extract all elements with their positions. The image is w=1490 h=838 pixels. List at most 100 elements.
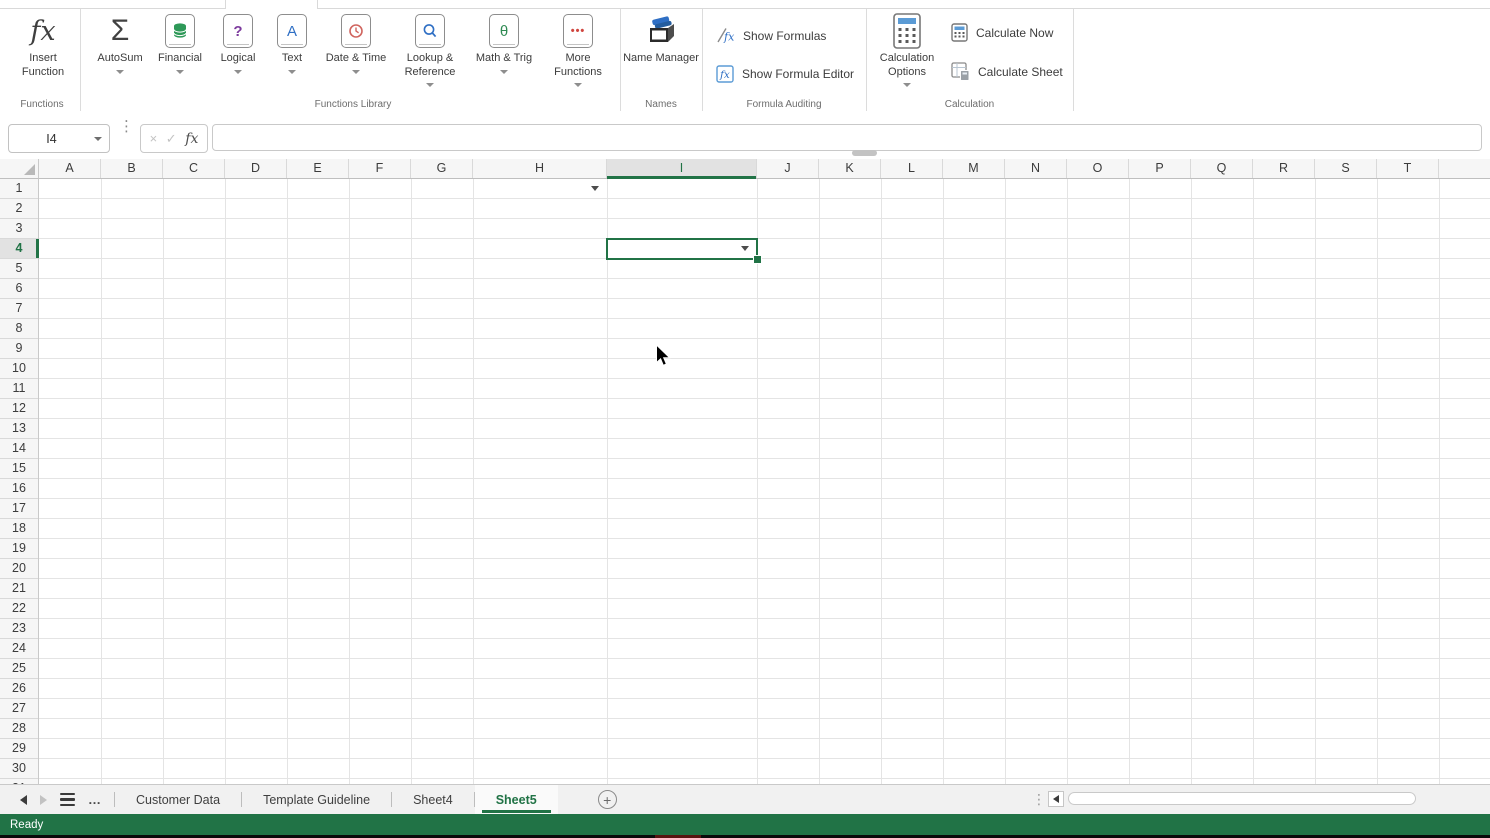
row-header-11[interactable]: 11 xyxy=(0,379,38,399)
selected-cell[interactable] xyxy=(606,238,758,260)
column-header-Q[interactable]: Q xyxy=(1191,159,1253,178)
name-manager-button[interactable]: Name Manager xyxy=(623,10,699,66)
row-header-20[interactable]: 20 xyxy=(0,559,38,579)
row-header-7[interactable]: 7 xyxy=(0,299,38,319)
column-header-K[interactable]: K xyxy=(819,159,881,178)
sheet-tab-customer-data[interactable]: Customer Data xyxy=(115,785,241,814)
row-header-4[interactable]: 4 xyxy=(0,239,38,259)
row-header-17[interactable]: 17 xyxy=(0,499,38,519)
row-header-9[interactable]: 9 xyxy=(0,339,38,359)
row-header-22[interactable]: 22 xyxy=(0,599,38,619)
calculate-now-button[interactable]: Calculate Now xyxy=(951,23,1053,42)
more-sheets-icon[interactable]: … xyxy=(88,795,102,805)
row-header-24[interactable]: 24 xyxy=(0,639,38,659)
column-header-T[interactable]: T xyxy=(1377,159,1439,178)
fill-handle[interactable] xyxy=(753,255,762,264)
mini-scroll-indicator[interactable] xyxy=(852,150,877,156)
chevron-down-icon xyxy=(500,70,508,74)
autosum-button[interactable]: Σ AutoSum xyxy=(90,10,150,74)
sheet-tab-sheet5[interactable]: Sheet5 xyxy=(475,785,558,814)
sheet-tab-sheet4[interactable]: Sheet4 xyxy=(392,785,474,814)
row-header-27[interactable]: 27 xyxy=(0,699,38,719)
cells-area[interactable] xyxy=(39,179,1490,784)
column-header-E[interactable]: E xyxy=(287,159,349,178)
prev-sheet-icon[interactable] xyxy=(20,795,27,805)
calculate-now-label: Calculate Now xyxy=(976,26,1053,40)
row-header-23[interactable]: 23 xyxy=(0,619,38,639)
formula-bar-divider-icon[interactable]: ⋮ xyxy=(119,122,134,132)
lookup-reference-button[interactable]: Lookup & Reference xyxy=(389,10,471,87)
row-header-28[interactable]: 28 xyxy=(0,719,38,739)
horizontal-scrollbar-thumb[interactable] xyxy=(1068,792,1416,805)
accept-icon[interactable]: ✓ xyxy=(166,131,177,147)
logical-button[interactable]: ? Logical xyxy=(211,10,265,74)
scrollbar-grip-icon[interactable]: ⋮ xyxy=(1032,795,1046,804)
column-header-H[interactable]: H xyxy=(473,159,607,178)
cell-dropdown-icon-I4[interactable] xyxy=(741,246,749,251)
show-formulas-button[interactable]: fx Show Formulas xyxy=(716,27,826,44)
sheet-tab-template-guideline[interactable]: Template Guideline xyxy=(242,785,391,814)
row-header-5[interactable]: 5 xyxy=(0,259,38,279)
row-header-14[interactable]: 14 xyxy=(0,439,38,459)
select-all-corner[interactable] xyxy=(0,159,39,179)
column-header-F[interactable]: F xyxy=(349,159,411,178)
row-header-12[interactable]: 12 xyxy=(0,399,38,419)
column-header-A[interactable]: A xyxy=(39,159,101,178)
group-label-functions-library: Functions Library xyxy=(86,99,620,110)
financial-button[interactable]: Financial xyxy=(150,10,210,74)
column-header-S[interactable]: S xyxy=(1315,159,1377,178)
row-header-3[interactable]: 3 xyxy=(0,219,38,239)
text-button[interactable]: A Text xyxy=(268,10,316,74)
scroll-left-button[interactable] xyxy=(1048,791,1064,807)
column-header-G[interactable]: G xyxy=(411,159,473,178)
cell-dropdown-icon-H1[interactable] xyxy=(591,186,599,191)
logical-book-icon: ? xyxy=(223,14,253,48)
row-header-29[interactable]: 29 xyxy=(0,739,38,759)
date-time-button[interactable]: Date & Time xyxy=(325,10,387,74)
column-header-D[interactable]: D xyxy=(225,159,287,178)
column-header-B[interactable]: B xyxy=(101,159,163,178)
sheet-list-menu-icon[interactable] xyxy=(60,793,75,806)
row-header-2[interactable]: 2 xyxy=(0,199,38,219)
row-header-13[interactable]: 13 xyxy=(0,419,38,439)
column-header-N[interactable]: N xyxy=(1005,159,1067,178)
row-header-26[interactable]: 26 xyxy=(0,679,38,699)
row-header-1[interactable]: 1 xyxy=(0,179,38,199)
row-header-30[interactable]: 30 xyxy=(0,759,38,779)
more-functions-book-icon: ••• xyxy=(563,14,593,48)
column-header-P[interactable]: P xyxy=(1129,159,1191,178)
column-header-J[interactable]: J xyxy=(757,159,819,178)
insert-function-button[interactable]: fx Insert Function xyxy=(7,10,79,79)
row-header-16[interactable]: 16 xyxy=(0,479,38,499)
column-header-M[interactable]: M xyxy=(943,159,1005,178)
calculate-sheet-button[interactable]: Calculate Sheet xyxy=(951,62,1063,81)
row-header-25[interactable]: 25 xyxy=(0,659,38,679)
more-functions-button[interactable]: ••• More Functions xyxy=(544,10,612,87)
formula-input[interactable] xyxy=(212,124,1482,151)
column-header-R[interactable]: R xyxy=(1253,159,1315,178)
insert-function-icon[interactable]: fx xyxy=(185,131,198,147)
column-header-O[interactable]: O xyxy=(1067,159,1129,178)
gridline xyxy=(1005,179,1006,784)
name-box[interactable]: I4 xyxy=(8,124,110,153)
column-header-I[interactable]: I xyxy=(607,159,757,178)
row-header-19[interactable]: 19 xyxy=(0,539,38,559)
row-header-10[interactable]: 10 xyxy=(0,359,38,379)
add-sheet-button[interactable]: + xyxy=(598,790,617,809)
column-header-L[interactable]: L xyxy=(881,159,943,178)
column-header-C[interactable]: C xyxy=(163,159,225,178)
row-header-15[interactable]: 15 xyxy=(0,459,38,479)
row-header-21[interactable]: 21 xyxy=(0,579,38,599)
row-header-8[interactable]: 8 xyxy=(0,319,38,339)
row-header-18[interactable]: 18 xyxy=(0,519,38,539)
cancel-icon[interactable]: × xyxy=(150,131,158,146)
chevron-down-icon xyxy=(903,83,911,87)
math-trig-button[interactable]: θ Math & Trig xyxy=(467,10,541,74)
gridline xyxy=(411,179,412,784)
sheet-nav: … xyxy=(0,793,114,806)
next-sheet-icon[interactable] xyxy=(40,795,47,805)
show-formula-editor-button[interactable]: fx Show Formula Editor xyxy=(716,65,854,83)
calculation-options-button[interactable]: Calculation Options xyxy=(866,10,948,87)
row-header-6[interactable]: 6 xyxy=(0,279,38,299)
chevron-down-icon xyxy=(426,83,434,87)
